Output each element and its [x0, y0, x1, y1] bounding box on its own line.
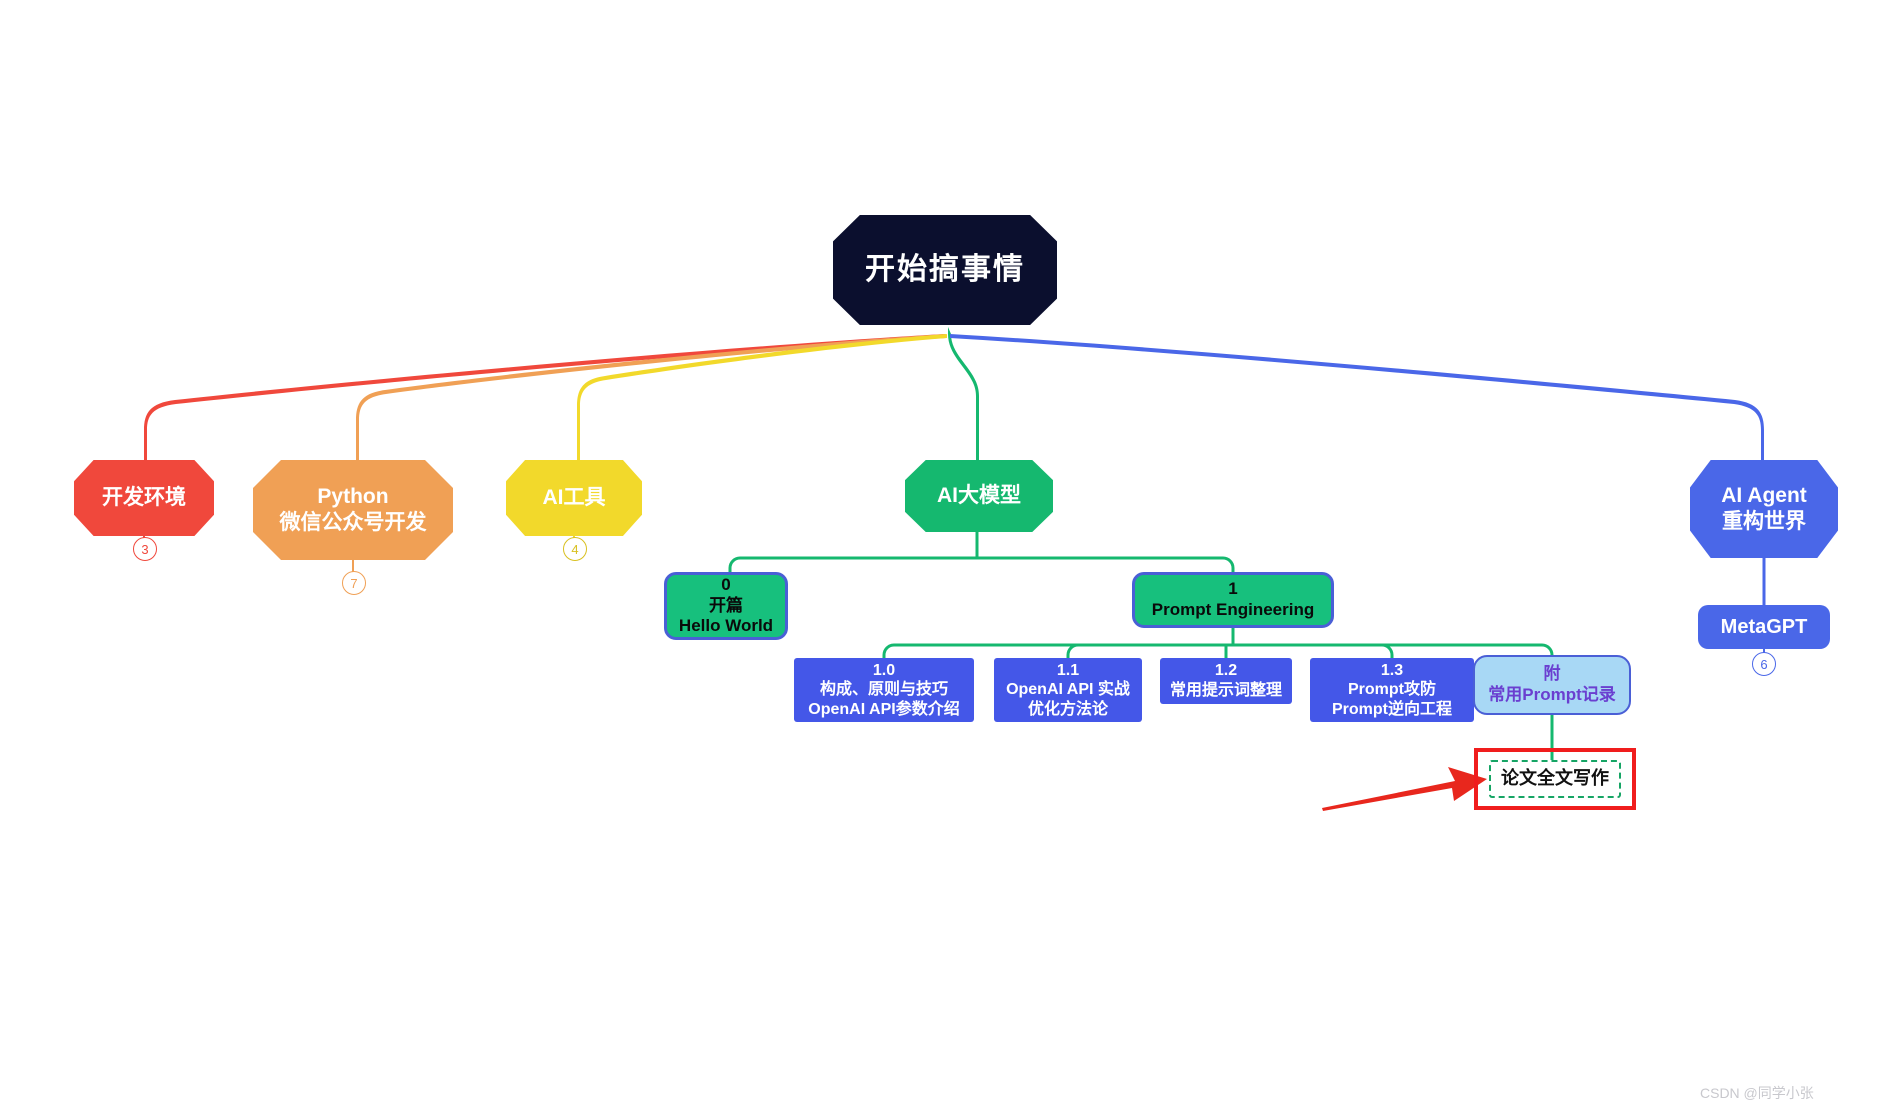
chapter-node-0-line2: 开篇 [709, 595, 743, 615]
appendix-node[interactable]: 附 常用Prompt记录 [1473, 655, 1631, 715]
chapter-node-0-num: 0 [721, 574, 731, 594]
branch-node-llm-label: AI大模型 [937, 484, 1021, 508]
leaf-node-1-2[interactable]: 1.2 常用提示词整理 [1160, 658, 1292, 704]
leaf-node-1-0-line3: OpenAI API参数介绍 [808, 700, 960, 718]
edge-llm-to-ch0 [728, 556, 979, 574]
leaf-node-1-1-line3: 优化方法论 [1027, 700, 1108, 718]
watermark: CSDN @同学小张 [1700, 1085, 1814, 1101]
branch-node-aitool-label: AI工具 [542, 486, 606, 510]
badge-python: 7 [342, 571, 366, 595]
node-metagpt-label: MetaGPT [1720, 615, 1808, 638]
leaf-node-1-2-num: 1.2 [1214, 662, 1238, 680]
branch-node-dev-label: 开发环境 [102, 486, 186, 510]
leaf-node-1-3-line3: Prompt逆向工程 [1331, 700, 1452, 718]
chapter-node-1[interactable]: 1 Prompt Engineering [1132, 572, 1334, 628]
badge-dev: 3 [133, 537, 157, 561]
leaf-node-1-3-line2: Prompt攻防 [1347, 681, 1436, 699]
branch-node-python-line2: 微信公众号开发 [279, 511, 427, 534]
branch-node-agent[interactable]: AI Agent 重构世界 [1690, 460, 1838, 558]
edge-llm-to-ch1 [975, 556, 1235, 574]
badge-aitool: 4 [563, 537, 587, 561]
leaf-node-1-1[interactable]: 1.1 OpenAI API 实战 优化方法论 [994, 658, 1142, 722]
badge-aitool-label: 4 [571, 541, 579, 557]
badge-python-label: 7 [350, 575, 358, 591]
root-node[interactable]: 开始搞事情 [833, 215, 1057, 325]
highlighted-node-paper-writing[interactable]: 论文全文写作 [1489, 760, 1621, 798]
leaf-node-1-3-num: 1.3 [1380, 661, 1404, 679]
node-metagpt[interactable]: MetaGPT [1698, 605, 1830, 649]
highlighted-node-label: 论文全文写作 [1501, 768, 1609, 789]
chapter-node-0-line3: Hello World [678, 616, 774, 636]
branch-node-agent-line2: 重构世界 [1722, 510, 1806, 533]
badge-metagpt-label: 6 [1760, 656, 1768, 672]
leaf-node-1-3[interactable]: 1.3 Prompt攻防 Prompt逆向工程 [1310, 658, 1474, 722]
leaf-node-1-0-num: 1.0 [872, 661, 896, 679]
branch-node-python-line1: Python [317, 485, 389, 509]
mindmap-canvas: 开始搞事情 开发环境 3 Python 微信公众号开发 7 AI工具 4 AI大… [0, 0, 1903, 1117]
leaf-node-1-1-line2: OpenAI API 实战 [1006, 681, 1130, 699]
branch-node-aitool[interactable]: AI工具 [506, 460, 642, 536]
leaf-node-1-1-num: 1.1 [1056, 661, 1080, 679]
branch-node-dev[interactable]: 开发环境 [74, 460, 214, 536]
edge-root-dev [144, 327, 945, 462]
branch-node-llm[interactable]: AI大模型 [905, 460, 1053, 532]
badge-dev-label: 3 [141, 541, 149, 557]
attention-arrow-icon [1322, 767, 1487, 811]
edge-root-aitool [577, 327, 947, 462]
appendix-node-line2: 常用Prompt记录 [1488, 685, 1616, 704]
chapter-node-1-num: 1 [1228, 579, 1238, 599]
chapter-node-0[interactable]: 0 开篇 Hello World [664, 572, 788, 640]
edge-root-agent [950, 327, 1764, 462]
leaf-node-1-0[interactable]: 1.0 构成、原则与技巧 OpenAI API参数介绍 [794, 658, 974, 722]
appendix-node-line1: 附 [1543, 664, 1561, 684]
branch-node-python[interactable]: Python 微信公众号开发 [253, 460, 453, 560]
root-node-label: 开始搞事情 [865, 252, 1025, 286]
branch-node-agent-line1: AI Agent [1721, 484, 1807, 508]
edge-root-llm [948, 327, 979, 462]
leaf-node-1-0-line2: 构成、原则与技巧 [819, 681, 948, 699]
edge-root-python [356, 327, 946, 462]
chapter-node-1-line2: Prompt Engineering [1151, 600, 1315, 619]
badge-metagpt: 6 [1752, 652, 1776, 676]
leaf-node-1-2-line2: 常用提示词整理 [1169, 682, 1282, 699]
